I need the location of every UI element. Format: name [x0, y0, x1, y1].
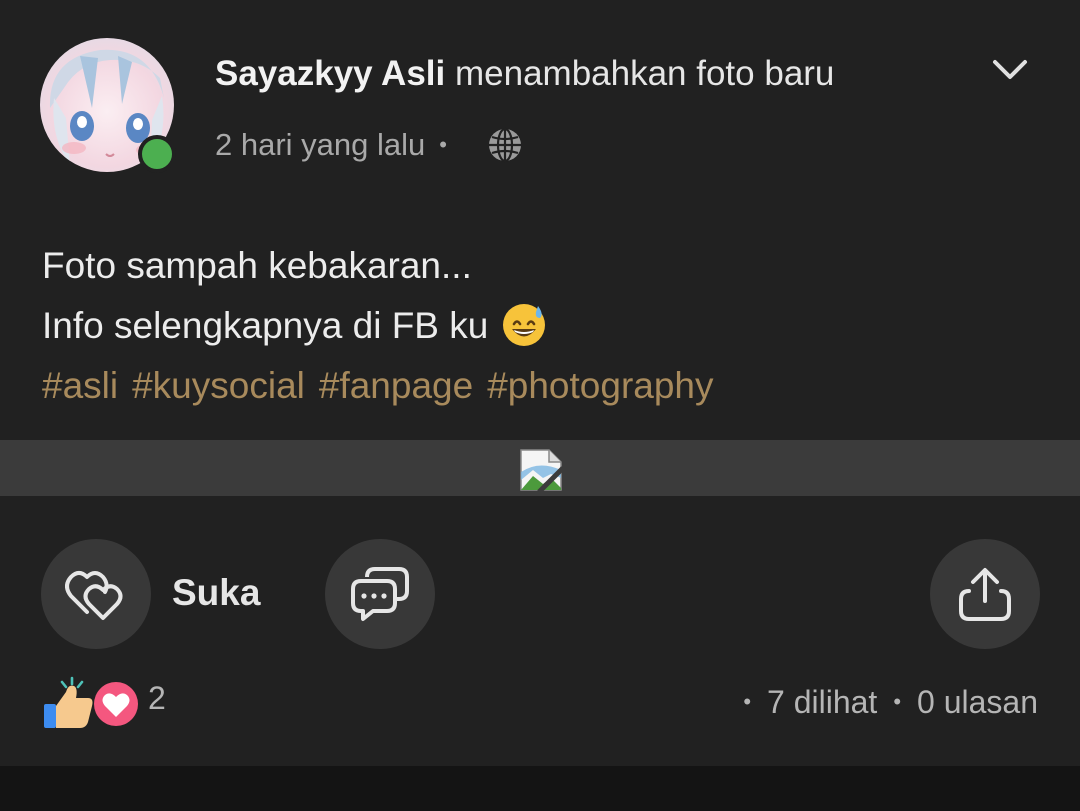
hashtag-kuysocial[interactable]: #kuysocial — [132, 365, 305, 406]
post-image-area[interactable] — [0, 440, 1080, 496]
post-text-line-2: Info selengkapnya di FB ku — [42, 305, 489, 346]
post-text-line-1: Foto sampah kebakaran... — [42, 245, 472, 286]
post-card: Sayazkyy Asli menambahkan foto baru 2 ha… — [0, 0, 1080, 766]
heart-outline-icon — [65, 571, 123, 620]
share-button[interactable] — [930, 539, 1040, 649]
broken-image-icon — [520, 449, 563, 492]
heart-icon — [94, 682, 138, 726]
comment-bubbles-icon — [351, 567, 409, 621]
comment-button[interactable] — [325, 539, 435, 649]
reaction-count: 2 — [148, 679, 166, 716]
stat-separator: • — [893, 689, 902, 714]
hashtag-photography[interactable]: #photography — [487, 365, 713, 406]
meta-separator: • — [439, 132, 447, 157]
hashtag-fanpage[interactable]: #fanpage — [319, 365, 473, 406]
globe-icon — [487, 127, 523, 163]
author-line: Sayazkyy Asli menambahkan foto baru — [215, 52, 834, 96]
post-stats: • 7 dilihat • 0 ulasan — [743, 682, 1038, 722]
author-name[interactable]: Sayazkyy Asli — [215, 54, 445, 93]
reaction-summary[interactable]: 2 — [42, 676, 166, 732]
next-post-divider — [0, 766, 1080, 811]
author-action-text: menambahkan foto baru — [445, 54, 835, 93]
like-button[interactable] — [41, 539, 151, 649]
chevron-down-icon — [993, 60, 1027, 79]
post-timestamp: 2 hari yang lalu — [215, 127, 426, 162]
share-upload-icon — [959, 568, 1011, 621]
online-status-dot — [138, 135, 176, 173]
hashtag-asli[interactable]: #asli — [42, 365, 118, 406]
post-menu-button[interactable] — [985, 48, 1035, 92]
thumbs-up-icon — [44, 676, 93, 728]
view-count: 7 dilihat — [767, 684, 878, 720]
review-count[interactable]: 0 ulasan — [917, 682, 1038, 722]
hashtag-list: #asli #kuysocial #fanpage #photography — [42, 356, 714, 416]
like-label[interactable]: Suka — [172, 570, 260, 616]
author-avatar[interactable] — [40, 38, 176, 173]
stat-separator: • — [743, 689, 752, 714]
grinning-sweat-emoji — [500, 300, 548, 348]
post-body: Foto sampah kebakaran... Info selengkapn… — [42, 236, 714, 416]
post-meta: 2 hari yang lalu • — [215, 124, 523, 166]
post-text-line-2-wrap: Info selengkapnya di FB ku — [42, 296, 714, 356]
